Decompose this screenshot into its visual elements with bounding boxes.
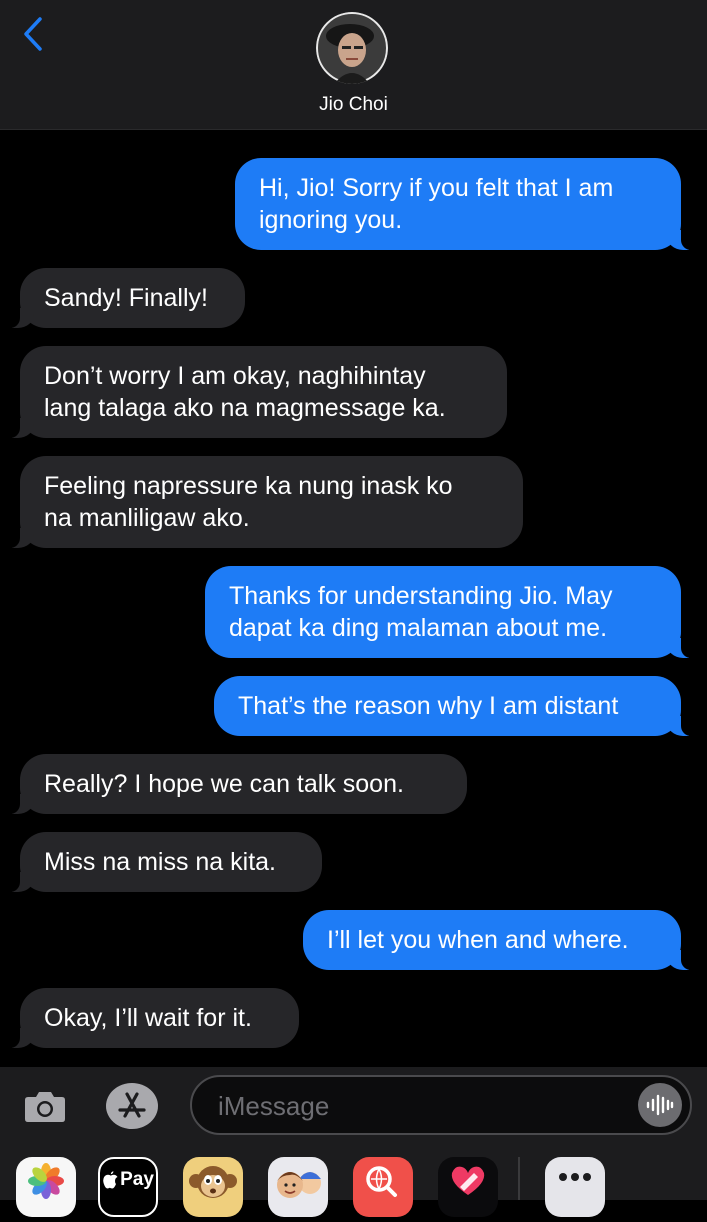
back-button[interactable] [18,14,48,54]
contact-avatar[interactable] [316,12,388,84]
message-bubble-incoming[interactable]: Sandy! Finally! [10,268,245,328]
app-store-icon [118,1092,146,1118]
more-apps-button[interactable] [545,1157,605,1217]
apple-logo-icon [103,1170,118,1188]
apple-pay-button[interactable]: Pay [98,1157,158,1217]
memoji-icon [277,1172,321,1198]
web-search-icon [366,1166,397,1197]
apple-pay-label: Pay [120,1169,154,1190]
message-bubble-outgoing[interactable]: I’ll let you when and where. [303,910,691,970]
digital-touch-button[interactable] [438,1157,498,1217]
chevron-left-icon [24,17,42,51]
apple-pay-icon: Pay [102,1169,154,1191]
message-bubble-incoming[interactable]: Feeling napressure ka nung inask ko na m… [10,456,523,548]
audio-message-button[interactable] [638,1083,682,1127]
message-bubble-incoming[interactable]: Okay, I’ll wait for it. [10,988,299,1048]
message-bubble-incoming[interactable]: Don’t worry I am okay, naghihintay lang … [10,346,507,438]
web-search-button[interactable] [353,1157,413,1217]
animoji-icon [189,1166,237,1198]
photos-app-icon [28,1163,64,1199]
app-store-button[interactable] [106,1083,158,1129]
message-bubble-incoming[interactable]: Miss na miss na kita. [10,832,322,892]
conversation-header: Jio Choi [0,0,707,130]
app-drawer-divider [518,1157,520,1200]
message-bubble-incoming[interactable]: Really? I hope we can talk soon. [10,754,467,814]
audio-waveform-icon [646,1094,674,1116]
message-thread: Hi, Jio! Sorry if you felt that I am ign… [0,129,707,1067]
animoji-button[interactable] [183,1157,243,1217]
photos-app-button[interactable] [16,1157,76,1217]
message-input-placeholder: iMessage [218,1091,330,1121]
digital-touch-icon [451,1166,485,1195]
more-apps-icon [559,1173,591,1181]
message-bubble-outgoing[interactable]: Thanks for understanding Jio. May dapat … [205,566,691,658]
message-input[interactable]: iMessage [190,1075,692,1135]
message-bubble-outgoing[interactable]: Hi, Jio! Sorry if you felt that I am ign… [235,158,691,250]
camera-icon [25,1092,65,1122]
camera-button[interactable] [24,1089,66,1123]
memoji-button[interactable] [268,1157,328,1217]
message-bubble-outgoing[interactable]: That’s the reason why I am distant [214,676,691,736]
contact-name[interactable]: Jio Choi [0,94,707,116]
